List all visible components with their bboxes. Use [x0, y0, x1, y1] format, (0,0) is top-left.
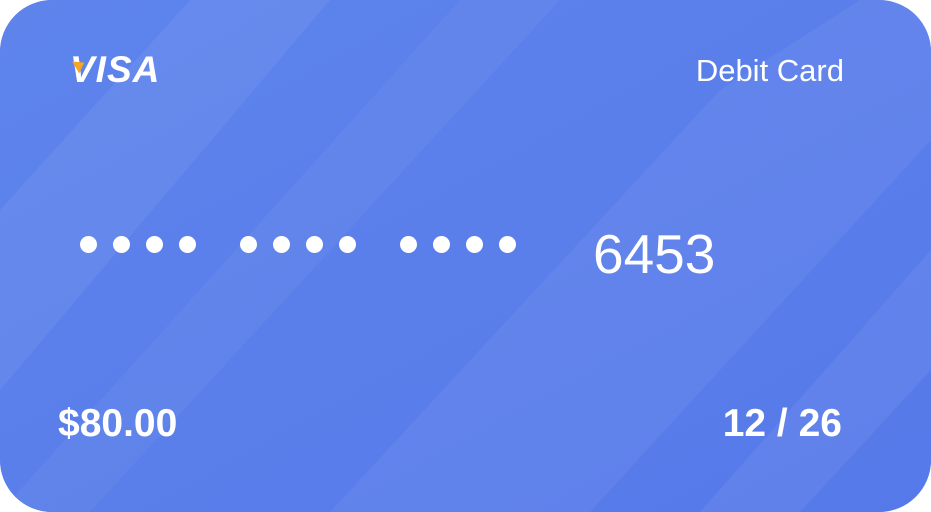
mask-dot — [433, 236, 450, 253]
card-balance: $80.00 — [58, 402, 178, 445]
mask-dot — [339, 236, 356, 253]
mask-dot — [499, 236, 516, 253]
masked-group — [400, 236, 516, 253]
mask-dot — [179, 236, 196, 253]
masked-group — [240, 236, 356, 253]
card-expiry: 12 / 26 — [722, 402, 842, 445]
mask-dot — [466, 236, 483, 253]
mask-dot — [80, 236, 97, 253]
mask-dot — [273, 236, 290, 253]
mask-dot — [146, 236, 163, 253]
mask-dot — [400, 236, 417, 253]
mask-dot — [240, 236, 257, 253]
card-last-four: 6453 — [593, 223, 716, 285]
card-type-label: Debit Card — [695, 53, 844, 88]
masked-group — [80, 236, 196, 253]
mask-dot — [306, 236, 323, 253]
debit-card[interactable]: VISA Debit Card 6453 $80.00 12 / 26 — [0, 0, 931, 512]
masked-card-number — [80, 236, 560, 253]
mask-dot — [113, 236, 130, 253]
